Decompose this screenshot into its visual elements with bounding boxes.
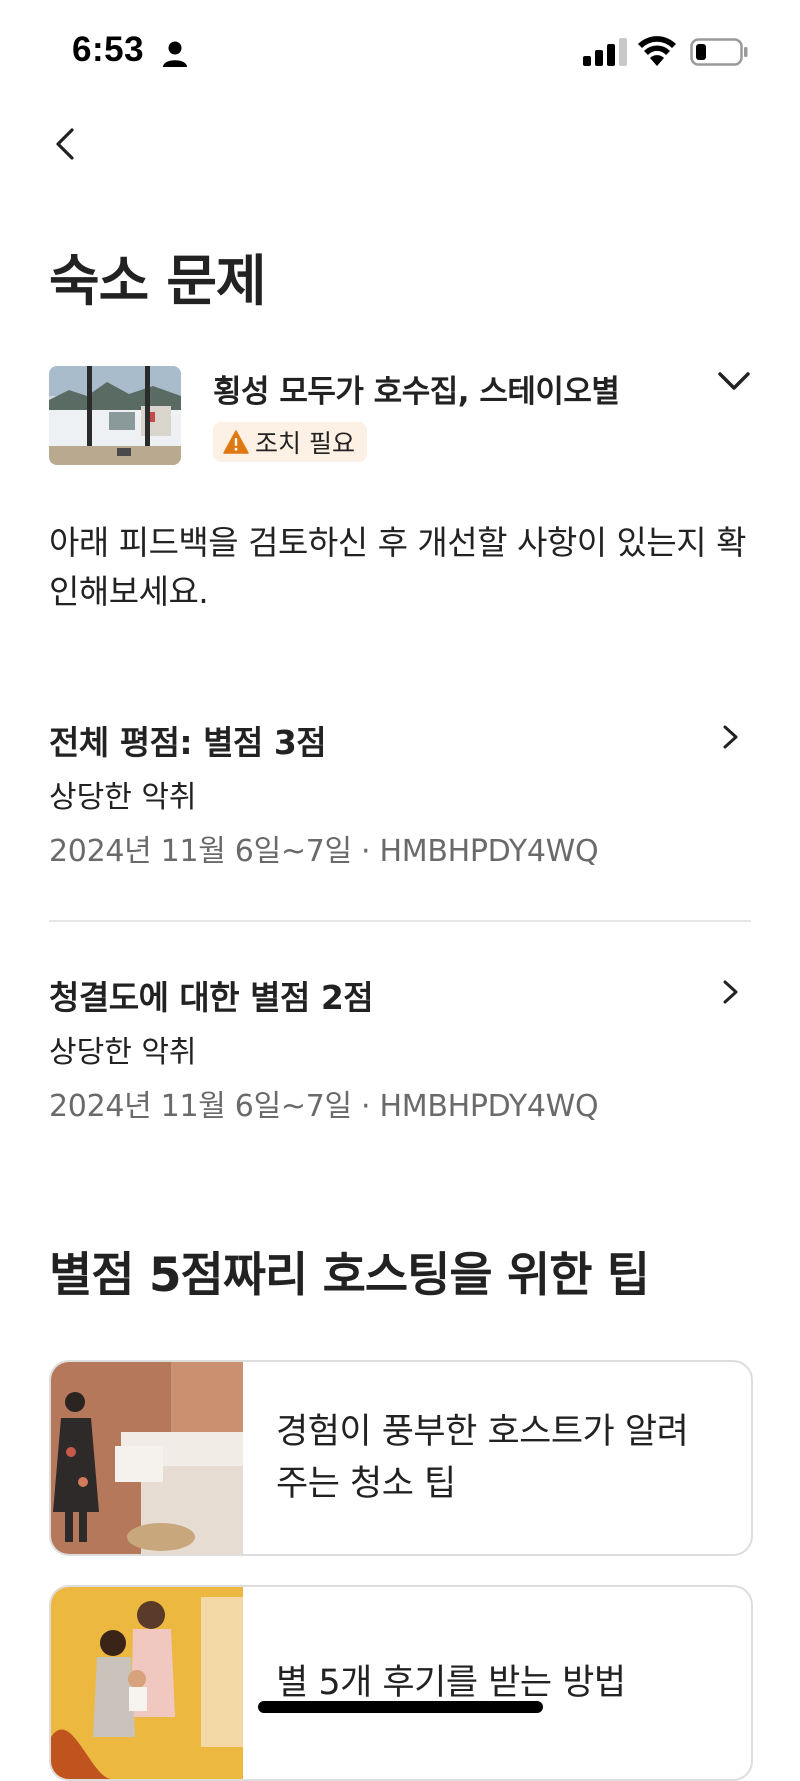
chevron-right-icon bbox=[723, 725, 738, 749]
page-title: 숙소 문제 bbox=[49, 249, 267, 313]
chevron-right-icon bbox=[723, 980, 738, 1004]
tip-card-cleaning[interactable]: 경험이 풍부한 호스트가 알려주는 청소 팁 bbox=[49, 1360, 753, 1556]
back-button[interactable] bbox=[44, 122, 88, 166]
cellular-signal-icon bbox=[583, 38, 627, 66]
badge-label: 조치 필요 bbox=[255, 429, 355, 458]
tip-image-cleaning bbox=[51, 1362, 243, 1554]
home-indicator bbox=[258, 1701, 543, 1713]
issue-row-cleanliness-rating[interactable]: 청결도에 대한 별점 2점 상당한 악취 2024년 11월 6일~7일 · H… bbox=[49, 971, 754, 1131]
person-icon bbox=[163, 41, 187, 67]
divider bbox=[49, 920, 751, 922]
issue-meta: 2024년 11월 6일~7일 · HMBHPDY4WQ bbox=[49, 834, 599, 869]
issue-title: 전체 평점: 별점 3점 bbox=[49, 723, 327, 762]
chevron-down-icon bbox=[718, 372, 750, 390]
status-badge: 조치 필요 bbox=[213, 422, 367, 462]
tip-title: 경험이 풍부한 호스트가 알려주는 청소 팁 bbox=[276, 1412, 689, 1504]
status-time: 6:53 bbox=[72, 30, 145, 69]
listing-thumbnail bbox=[49, 366, 181, 465]
tip-card-five-star-reviews[interactable]: 별 5개 후기를 받는 방법 bbox=[49, 1585, 753, 1781]
issue-meta: 2024년 11월 6일~7일 · HMBHPDY4WQ bbox=[49, 1089, 599, 1124]
listing-name: 횡성 모두가 호수집, 스테이오별 bbox=[213, 374, 620, 410]
intro-text: 아래 피드백을 검토하신 후 개선할 사항이 있는지 확인해보세요. bbox=[49, 523, 747, 611]
issue-row-overall-rating[interactable]: 전체 평점: 별점 3점 상당한 악취 2024년 11월 6일~7일 · HM… bbox=[49, 716, 754, 876]
tip-image-family bbox=[51, 1587, 243, 1779]
issue-subtitle: 상당한 악취 bbox=[49, 780, 197, 815]
tips-heading: 별점 5점짜리 호스팅을 위한 팁 bbox=[49, 1248, 650, 1303]
issue-title: 청결도에 대한 별점 2점 bbox=[49, 978, 374, 1017]
issue-subtitle: 상당한 악취 bbox=[49, 1035, 197, 1070]
status-bar: 6:53 bbox=[0, 0, 800, 100]
battery-icon bbox=[690, 38, 748, 66]
warning-icon bbox=[223, 430, 249, 454]
listing-selector[interactable]: 횡성 모두가 호수집, 스테이오별 조치 필요 bbox=[49, 366, 754, 466]
wifi-icon bbox=[638, 36, 676, 66]
